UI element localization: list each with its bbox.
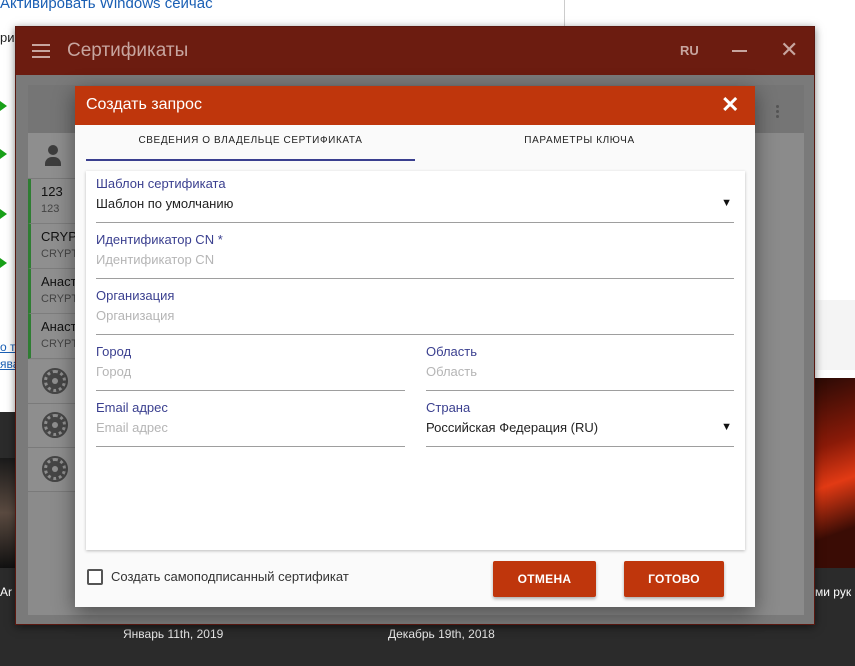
owner-info-form: Шаблон сертификата Шаблон по умолчанию ▼… (86, 171, 745, 550)
organization-field[interactable]: Организация Организация (96, 288, 734, 335)
organization-input[interactable]: Организация (96, 308, 174, 323)
app-title: Сертификаты (67, 40, 189, 61)
more-options-icon[interactable] (776, 105, 780, 120)
cancel-button[interactable]: ОТМЕНА (493, 561, 596, 597)
certificate-badge-icon (42, 368, 68, 394)
country-label: Страна (426, 400, 471, 415)
video-thumbnail[interactable] (815, 378, 855, 568)
tab-owner-info[interactable]: СВЕДЕНИЯ О ВЛАДЕЛЬЦЕ СЕРТИФИКАТА (86, 125, 415, 161)
user-icon (45, 145, 61, 167)
video-caption[interactable]: ми рук (815, 585, 851, 599)
dropdown-arrow-icon: ▼ (721, 197, 732, 209)
cn-input[interactable]: Идентификатор CN (96, 252, 214, 267)
video-thumbnail[interactable] (0, 458, 16, 568)
email-input[interactable]: Email адрес (96, 420, 168, 435)
done-button[interactable]: ГОТОВО (624, 561, 724, 597)
dialog-title: Создать запрос (86, 96, 202, 113)
template-select[interactable]: Шаблон сертификата Шаблон по умолчанию ▼ (96, 176, 734, 223)
green-arrow-icon (0, 258, 7, 268)
cn-label: Идентификатор CN * (96, 232, 223, 247)
certificate-badge-icon (42, 456, 68, 482)
language-switch[interactable]: RU (680, 43, 699, 58)
green-arrow-icon (0, 209, 7, 219)
video-date: Декабрь 19th, 2018 (388, 627, 495, 641)
video-date: Январь 11th, 2019 (123, 627, 224, 641)
background-link[interactable]: о т (0, 340, 16, 354)
region-field[interactable]: Область Область (426, 344, 734, 391)
background-text: ри (0, 30, 15, 45)
template-value: Шаблон по умолчанию (96, 196, 234, 211)
region-label: Область (426, 344, 478, 359)
app-header: Сертификаты RU ✕ (16, 27, 814, 75)
city-field[interactable]: Город Город (96, 344, 405, 391)
close-icon[interactable]: ✕ (721, 94, 739, 116)
dialog-footer: Создать самоподписанный сертификат ОТМЕН… (75, 550, 755, 607)
tab-key-parameters[interactable]: ПАРАМЕТРЫ КЛЮЧА (415, 125, 744, 161)
green-arrow-icon (0, 101, 7, 111)
email-label: Email адрес (96, 400, 168, 415)
menu-icon[interactable] (32, 44, 50, 58)
certificate-badge-icon (42, 412, 68, 438)
template-label: Шаблон сертификата (96, 176, 226, 191)
self-signed-checkbox[interactable] (87, 569, 103, 585)
self-signed-label[interactable]: Создать самоподписанный сертификат (111, 569, 349, 584)
create-request-dialog: Создать запрос ✕ СВЕДЕНИЯ О ВЛАДЕЛЬЦЕ СЕ… (75, 86, 755, 607)
close-icon[interactable]: ✕ (780, 39, 798, 61)
activate-windows-link[interactable]: Активировать Windows сейчас (0, 0, 213, 12)
video-caption[interactable]: Ar (0, 585, 12, 599)
email-field[interactable]: Email адрес Email адрес (96, 400, 405, 447)
city-label: Город (96, 344, 132, 359)
country-value: Российская Федерация (RU) (426, 420, 599, 435)
dropdown-arrow-icon: ▼ (721, 421, 732, 433)
city-input[interactable]: Город (96, 364, 131, 379)
background-panel (815, 300, 855, 370)
dialog-tabs: СВЕДЕНИЯ О ВЛАДЕЛЬЦЕ СЕРТИФИКАТА ПАРАМЕТ… (86, 125, 744, 161)
minimize-icon[interactable] (732, 50, 747, 52)
green-arrow-icon (0, 149, 7, 159)
country-select[interactable]: Страна Российская Федерация (RU) ▼ (426, 400, 734, 447)
cn-field[interactable]: Идентификатор CN * Идентификатор CN (96, 232, 734, 279)
organization-label: Организация (96, 288, 175, 303)
dialog-header: Создать запрос ✕ (75, 86, 755, 125)
region-input[interactable]: Область (426, 364, 477, 379)
